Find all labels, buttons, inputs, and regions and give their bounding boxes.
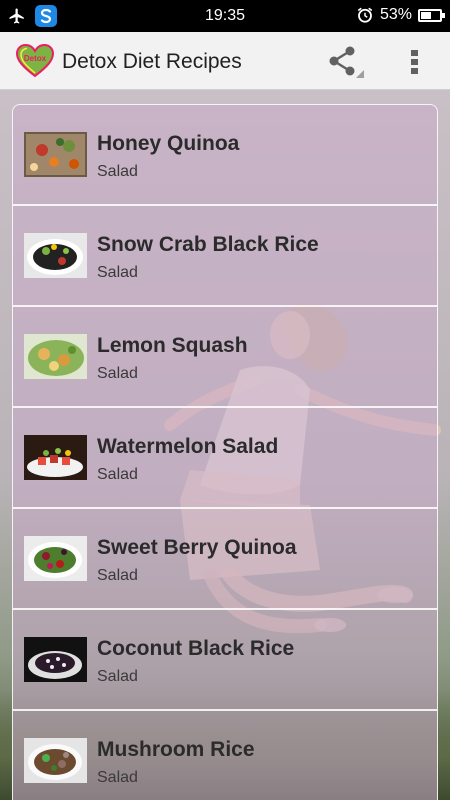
recipe-thumbnail-watermelon-salad <box>24 435 87 480</box>
recipe-name: Snow Crab Black Rice <box>97 233 319 256</box>
recipe-list-item[interactable]: Coconut Black Rice Salad <box>13 610 437 711</box>
recipe-list-item[interactable]: Sweet Berry Quinoa Salad <box>13 509 437 610</box>
recipe-name: Lemon Squash <box>97 334 248 357</box>
recipe-name: Coconut Black Rice <box>97 637 295 660</box>
recipe-thumbnail-honey-quinoa <box>24 132 87 177</box>
recipe-thumbnail-coconut-black-rice <box>24 637 87 682</box>
recipe-thumbnail-lemon-squash <box>24 334 87 379</box>
recipe-list-item[interactable]: Lemon Squash Salad <box>13 307 437 408</box>
status-right: 53% <box>356 6 445 24</box>
recipe-category: Salad <box>97 567 138 584</box>
recipe-list-item[interactable]: Snow Crab Black Rice Salad <box>13 206 437 307</box>
recipe-name: Honey Quinoa <box>97 132 240 155</box>
recipe-list-item[interactable]: Mushroom Rice Salad <box>13 711 437 800</box>
recipe-category: Salad <box>97 668 138 685</box>
alarm-clock-icon <box>357 7 373 23</box>
app-bar: Detox Detox Diet Recipes <box>0 32 450 90</box>
recipe-name: Watermelon Salad <box>97 435 279 458</box>
app-logo-heart-icon[interactable]: Detox <box>16 44 54 78</box>
battery-fill <box>421 11 431 19</box>
recipe-category: Salad <box>97 769 138 786</box>
recipe-name: Mushroom Rice <box>97 738 255 761</box>
recipe-name: Sweet Berry Quinoa <box>97 536 297 559</box>
recipe-thumbnail-snow-crab-black-rice <box>24 233 87 278</box>
recipe-list: Honey Quinoa Salad Snow Crab Black Rice … <box>12 104 438 800</box>
recipe-thumbnail-sweet-berry-quinoa <box>24 536 87 581</box>
recipe-category: Salad <box>97 466 138 483</box>
recipe-category: Salad <box>97 264 138 281</box>
recipe-thumbnail-mushroom-rice <box>24 738 87 783</box>
overflow-menu-icon[interactable] <box>400 46 430 78</box>
battery-percent: 53% <box>379 6 412 23</box>
app-title: Detox Diet Recipes <box>62 50 242 73</box>
status-bar: 19:35 53% <box>0 0 450 32</box>
battery-icon <box>418 8 445 22</box>
recipe-list-item[interactable]: Watermelon Salad Salad <box>13 408 437 509</box>
share-icon[interactable] <box>326 44 366 80</box>
recipe-list-item[interactable]: Honey Quinoa Salad <box>13 105 437 206</box>
recipe-category: Salad <box>97 163 138 180</box>
app-logo-text: Detox <box>24 54 47 63</box>
recipe-category: Salad <box>97 365 138 382</box>
